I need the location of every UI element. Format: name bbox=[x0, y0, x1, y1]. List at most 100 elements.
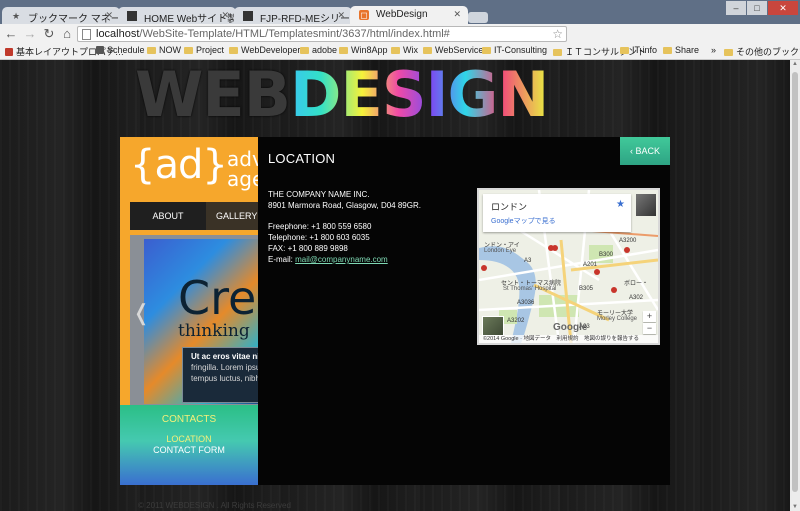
bookmark-folder[interactable]: NOW bbox=[147, 45, 181, 55]
browser-tab-strip: ★ ブックマーク マネージャ ✕ HOME Webサイト製品カタ ✕ FJP-R… bbox=[0, 0, 800, 24]
maximize-icon[interactable]: □ bbox=[747, 1, 767, 15]
page-icon bbox=[243, 11, 253, 21]
bookmark-folder[interactable]: Win8App bbox=[339, 45, 388, 55]
map-label: B300 bbox=[599, 252, 614, 258]
nav-about[interactable]: ABOUT bbox=[130, 202, 206, 230]
folder-icon bbox=[339, 47, 348, 54]
bookmark-item[interactable]: Schedule bbox=[96, 45, 145, 55]
folder-icon bbox=[423, 47, 432, 54]
folder-icon bbox=[391, 47, 400, 54]
scroll-up-icon[interactable]: ▲ bbox=[792, 61, 798, 67]
nav-gallery[interactable]: GALLERY bbox=[216, 202, 257, 230]
back-arrow-icon[interactable]: ← bbox=[3, 26, 19, 42]
close-icon[interactable]: ✕ bbox=[453, 9, 461, 20]
close-icon[interactable]: ✕ bbox=[105, 10, 113, 21]
page-icon bbox=[127, 11, 137, 21]
bookmark-folder[interactable]: IT-info bbox=[620, 45, 657, 55]
google-map[interactable]: ンドン・アイ London Eye セント・トーマス病院 St Thomas' … bbox=[477, 188, 660, 345]
satellite-toggle[interactable] bbox=[482, 316, 504, 336]
bookmark-folder[interactable]: Project bbox=[184, 45, 224, 55]
tab-home-catalog[interactable]: HOME Webサイト製品カタ ✕ bbox=[118, 7, 236, 24]
home-icon[interactable]: ⌂ bbox=[59, 26, 75, 42]
menu-contact-form[interactable]: CONTACT FORM bbox=[120, 445, 258, 455]
map-info-card: ロンドン Googleマップで見る ★ bbox=[483, 194, 631, 232]
bookmark-folder[interactable]: Share bbox=[663, 45, 699, 55]
company-address: THE COMPANY NAME INC. 8901 Marmora Road,… bbox=[268, 189, 421, 211]
map-streetview-thumbnail[interactable] bbox=[636, 194, 656, 216]
close-window-icon[interactable]: ✕ bbox=[768, 1, 798, 15]
map-label: London Eye bbox=[484, 248, 517, 254]
zoom-in-button[interactable]: + bbox=[643, 311, 656, 322]
slider-prev-arrow-icon[interactable]: ❬ bbox=[132, 300, 150, 326]
email-link[interactable]: mail@companyname.com bbox=[295, 255, 388, 264]
gear-icon bbox=[96, 46, 104, 54]
bookmark-folder[interactable]: Wix bbox=[391, 45, 418, 55]
web-page: WEBDESIGN {ad} adv age ABOUT GALLERY ❬ C… bbox=[0, 60, 790, 511]
star-icon: ★ bbox=[11, 11, 21, 21]
back-button[interactable]: ‹ BACK bbox=[620, 137, 670, 165]
address-bar[interactable]: localhost/WebSite-Template/HTML/Template… bbox=[77, 26, 567, 42]
slide-caption-line: fringilla. Lorem ipsum d bbox=[191, 363, 258, 372]
zoom-out-button[interactable]: − bbox=[643, 323, 656, 334]
back-button-label: BACK bbox=[635, 146, 660, 156]
map-label: A201 bbox=[583, 262, 598, 268]
tab-bookmark-manager[interactable]: ★ ブックマーク マネージャ ✕ bbox=[2, 7, 120, 24]
reload-icon[interactable]: ↻ bbox=[41, 26, 57, 42]
star-icon[interactable]: ★ bbox=[616, 199, 625, 210]
folder-icon bbox=[229, 47, 238, 54]
bookmark-folder[interactable]: WebDeveloper bbox=[229, 45, 300, 55]
minimize-icon[interactable]: – bbox=[726, 1, 746, 15]
close-icon[interactable]: ✕ bbox=[337, 10, 345, 21]
site-logo[interactable]: WEBDESIGN bbox=[135, 60, 549, 131]
left-panel: {ad} adv age ABOUT GALLERY ❬ Cre thinkin… bbox=[120, 137, 258, 485]
bookmark-star-icon[interactable]: ☆ bbox=[552, 27, 563, 41]
bookmark-folder[interactable]: adobe bbox=[300, 45, 337, 55]
webdesign-favicon-icon: ◻ bbox=[359, 10, 369, 20]
slide-caption-title: Ut ac eros vitae nibh bbox=[191, 352, 258, 361]
main-container: {ad} adv age ABOUT GALLERY ❬ Cre thinkin… bbox=[120, 137, 670, 485]
menu-location[interactable]: LOCATION bbox=[120, 434, 258, 444]
page-footer: © 2011 WEBDESIGN . All Rights Reserved bbox=[138, 501, 291, 510]
folder-icon bbox=[724, 49, 733, 56]
folder-icon bbox=[300, 47, 309, 54]
bookmark-folder[interactable]: WebService bbox=[423, 45, 483, 55]
page-title: LOCATION bbox=[268, 151, 336, 166]
logo-web-text: WEB bbox=[135, 60, 291, 131]
slide-headline: Cre bbox=[178, 271, 257, 325]
company-name: THE COMPANY NAME INC. bbox=[268, 190, 370, 199]
folder-icon bbox=[482, 47, 491, 54]
map-label: A3 bbox=[524, 258, 532, 264]
view-in-google-maps-link[interactable]: Googleマップで見る bbox=[491, 216, 556, 226]
folder-icon bbox=[663, 47, 672, 54]
ad-logo-word1: adv bbox=[227, 147, 258, 171]
close-icon[interactable]: ✕ bbox=[221, 10, 229, 21]
slide-caption: Ut ac eros vitae nibh fringilla. Lorem i… bbox=[182, 347, 258, 403]
new-tab-button[interactable] bbox=[468, 12, 488, 23]
page-scrollbar[interactable]: ▲ ▼ bbox=[790, 60, 800, 511]
folder-icon bbox=[147, 47, 156, 54]
image-slider: ❬ Cre thinking Ut ac eros vitae nibh fri… bbox=[130, 235, 258, 405]
tab-fjp-series[interactable]: FJP-RFD-MEシリーズ【従来 ✕ bbox=[234, 7, 352, 24]
other-bookmarks-folder[interactable]: その他のブックマーク bbox=[724, 45, 800, 58]
slide-subtitle: thinking bbox=[178, 321, 250, 341]
menu-contacts[interactable]: CONTACTS bbox=[120, 414, 258, 425]
ad-agency-logo[interactable]: {ad} adv age bbox=[130, 142, 258, 189]
ad-logo-word2: age bbox=[227, 167, 258, 191]
forward-arrow-icon[interactable]: → bbox=[22, 26, 38, 42]
bookmark-folder[interactable]: IT-Consulting bbox=[482, 45, 547, 55]
telephone: Telephone: +1 800 603 6035 bbox=[268, 233, 370, 242]
map-label: Morley College bbox=[597, 316, 638, 322]
scrollbar-thumb[interactable] bbox=[792, 72, 798, 492]
map-attribution[interactable]: ©2014 Google · 地図データ 利用規約 地図の誤りを報告する bbox=[479, 335, 658, 343]
tab-webdesign[interactable]: ◻ WebDesign ✕ bbox=[350, 6, 468, 24]
side-menu: CONTACTS LOCATION CONTACT FORM bbox=[120, 405, 258, 485]
ad-logo-mark: {ad} bbox=[130, 142, 228, 188]
map-label: A3036 bbox=[517, 300, 535, 306]
tab-title: WebDesign bbox=[376, 9, 428, 20]
scroll-down-icon[interactable]: ▼ bbox=[792, 504, 798, 510]
bookmarks-overflow-chevron[interactable]: » bbox=[711, 45, 716, 55]
map-place-name: ロンドン bbox=[491, 202, 528, 212]
street-address: 8901 Marmora Road, Glasgow, D04 89GR. bbox=[268, 201, 421, 210]
main-nav: ABOUT GALLERY bbox=[130, 202, 258, 230]
url-text[interactable]: localhost/WebSite-Template/HTML/Template… bbox=[96, 28, 450, 40]
